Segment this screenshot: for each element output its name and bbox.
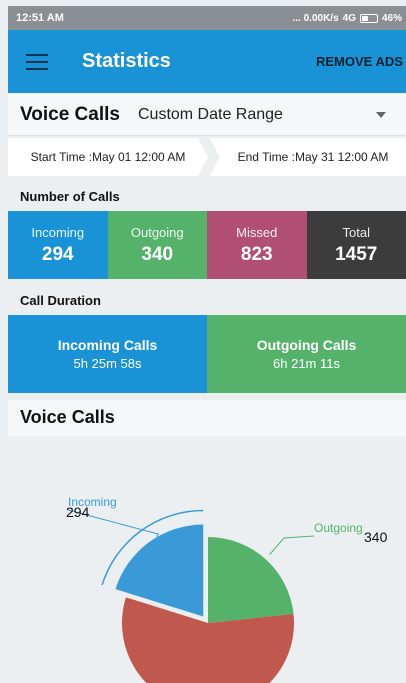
count-label: Total [342, 224, 370, 240]
selector-date-range: Custom Date Range [137, 105, 283, 123]
selector-call-type: Voice Calls [20, 103, 120, 125]
pie-svg: Incoming294Outgoing340 [66, 495, 388, 683]
missed-count-card: Missed 823 [207, 211, 307, 279]
incoming-count-card: Incoming 294 [8, 211, 108, 279]
count-value: 823 [240, 243, 273, 265]
count-value: 340 [141, 243, 174, 265]
outgoing-slice-value: 340 [364, 529, 388, 545]
hamburger-menu-icon[interactable] [26, 53, 48, 70]
time-range: Start Time :May 01 12:00 AM End Time :Ma… [8, 138, 406, 176]
incoming-slice-value: 294 [66, 504, 90, 520]
duration-value: 6h 21m 11s [273, 356, 340, 371]
battery-level: 46% [381, 12, 402, 24]
status-time: 12:51 AM [16, 12, 64, 24]
battery-icon [359, 13, 378, 23]
app-bar: Statistics REMOVE ADS [8, 30, 406, 93]
start-time-label: Start Time :May 01 12:00 AM [30, 150, 186, 164]
network-type: 4G [342, 12, 356, 24]
end-time-button[interactable]: End Time :May 31 12:00 AM [210, 138, 406, 176]
chart-header: Voice Calls [8, 400, 406, 436]
count-label: Outgoing [130, 224, 184, 240]
call-type-selector[interactable]: Voice Calls Custom Date Range [8, 94, 406, 136]
incoming-duration-card: Incoming Calls 5h 25m 58s [8, 315, 207, 393]
end-time-label: End Time :May 31 12:00 AM [237, 150, 389, 164]
network-speed: ... 0.00K/s [292, 12, 339, 24]
outgoing-leader-line [269, 535, 315, 555]
count-value: 294 [41, 243, 74, 265]
count-label: Incoming [31, 224, 85, 240]
outgoing-duration-card: Outgoing Calls 6h 21m 11s [207, 315, 406, 393]
chart-title: Voice Calls [20, 407, 115, 427]
outgoing-count-card: Outgoing 340 [107, 211, 207, 279]
duration-label: Outgoing Calls [256, 337, 357, 353]
voice-calls-pie-chart: Incoming 294 Outgoing 340 [8, 438, 406, 683]
duration-label: Incoming Calls [57, 337, 158, 353]
duration-value: 5h 25m 58s [73, 356, 142, 371]
dropdown-arrow-icon [376, 112, 386, 118]
status-icons: ... 0.00K/s 4G 46% [293, 13, 403, 24]
call-durations: Incoming Calls 5h 25m 58s Outgoing Calls… [8, 315, 406, 393]
status-bar: 12:51 AM ... 0.00K/s 4G 46% [8, 6, 406, 30]
start-time-button[interactable]: Start Time :May 01 12:00 AM [8, 138, 208, 176]
number-of-calls-heading: Number of Calls [20, 189, 120, 204]
outgoing-slice-label: Outgoing [314, 521, 363, 535]
call-counts: Incoming 294 Outgoing 340 Missed 823 Tot… [8, 211, 406, 279]
count-label: Missed [236, 224, 278, 240]
count-value: 1457 [335, 243, 378, 265]
total-count-card: Total 1457 [306, 211, 406, 279]
pie-slice-outgoing[interactable] [208, 537, 294, 623]
page-title: Statistics [82, 50, 171, 72]
call-duration-heading: Call Duration [20, 293, 101, 308]
remove-ads-button[interactable]: REMOVE ADS [316, 30, 406, 93]
